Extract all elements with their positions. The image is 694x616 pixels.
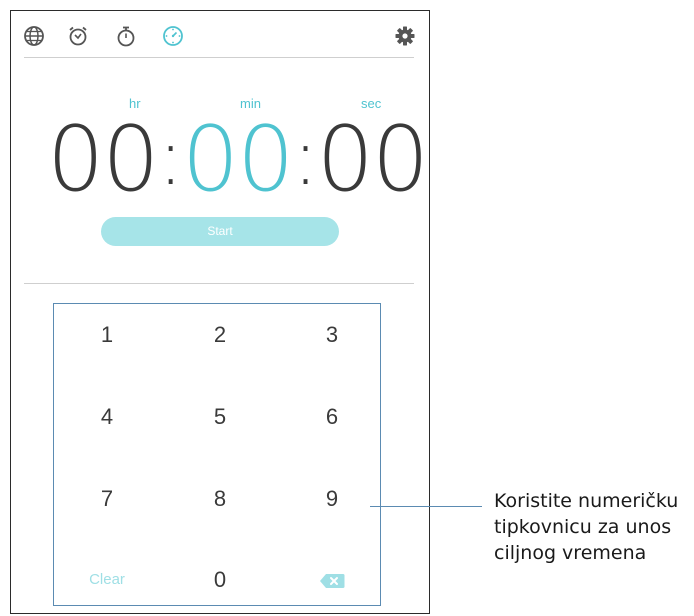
key-1[interactable]: 1 (67, 315, 147, 355)
alarm-clock-icon[interactable] (67, 25, 89, 47)
keypad-divider (24, 283, 414, 284)
start-button[interactable]: Start (101, 217, 339, 246)
keypad-callout: Koristite numeričku tipkovnicu za unos c… (494, 488, 692, 566)
numeric-keypad: 1 2 3 4 5 6 7 8 9 Clear 0 (53, 303, 381, 606)
key-7[interactable]: 7 (67, 479, 147, 519)
page: hr min sec 00:00:00 Start 1 2 3 4 5 6 7 … (0, 0, 694, 616)
key-0[interactable]: 0 (180, 560, 260, 600)
callout-line-3: ciljnog vremena (494, 542, 647, 564)
backspace-icon (320, 574, 345, 589)
callout-leader-line (370, 506, 482, 507)
key-4[interactable]: 4 (67, 397, 147, 437)
callout-line-1: Koristite numeričku (494, 490, 679, 512)
backspace-button[interactable] (292, 560, 372, 600)
key-3[interactable]: 3 (292, 315, 372, 355)
minutes-value[interactable]: 00 (182, 105, 295, 215)
time-separator: : (292, 113, 318, 203)
key-9[interactable]: 9 (292, 479, 372, 519)
phone-screen: hr min sec 00:00:00 Start 1 2 3 4 5 6 7 … (10, 10, 430, 614)
seconds-value[interactable]: 00 (317, 105, 430, 215)
gear-icon[interactable] (394, 25, 416, 47)
key-2[interactable]: 2 (180, 315, 260, 355)
tab-bar (11, 11, 429, 58)
hours-value[interactable]: 00 (47, 105, 160, 215)
key-6[interactable]: 6 (292, 397, 372, 437)
clear-button[interactable]: Clear (67, 560, 147, 600)
key-8[interactable]: 8 (180, 479, 260, 519)
timer-icon[interactable] (162, 25, 184, 47)
callout-line-2: tipkovnicu za unos (494, 516, 672, 538)
key-5[interactable]: 5 (180, 397, 260, 437)
stopwatch-icon[interactable] (115, 25, 137, 47)
time-separator: : (157, 113, 184, 203)
top-divider (24, 57, 414, 58)
timer-display: 00:00:00 (47, 103, 429, 215)
globe-icon[interactable] (23, 25, 45, 47)
